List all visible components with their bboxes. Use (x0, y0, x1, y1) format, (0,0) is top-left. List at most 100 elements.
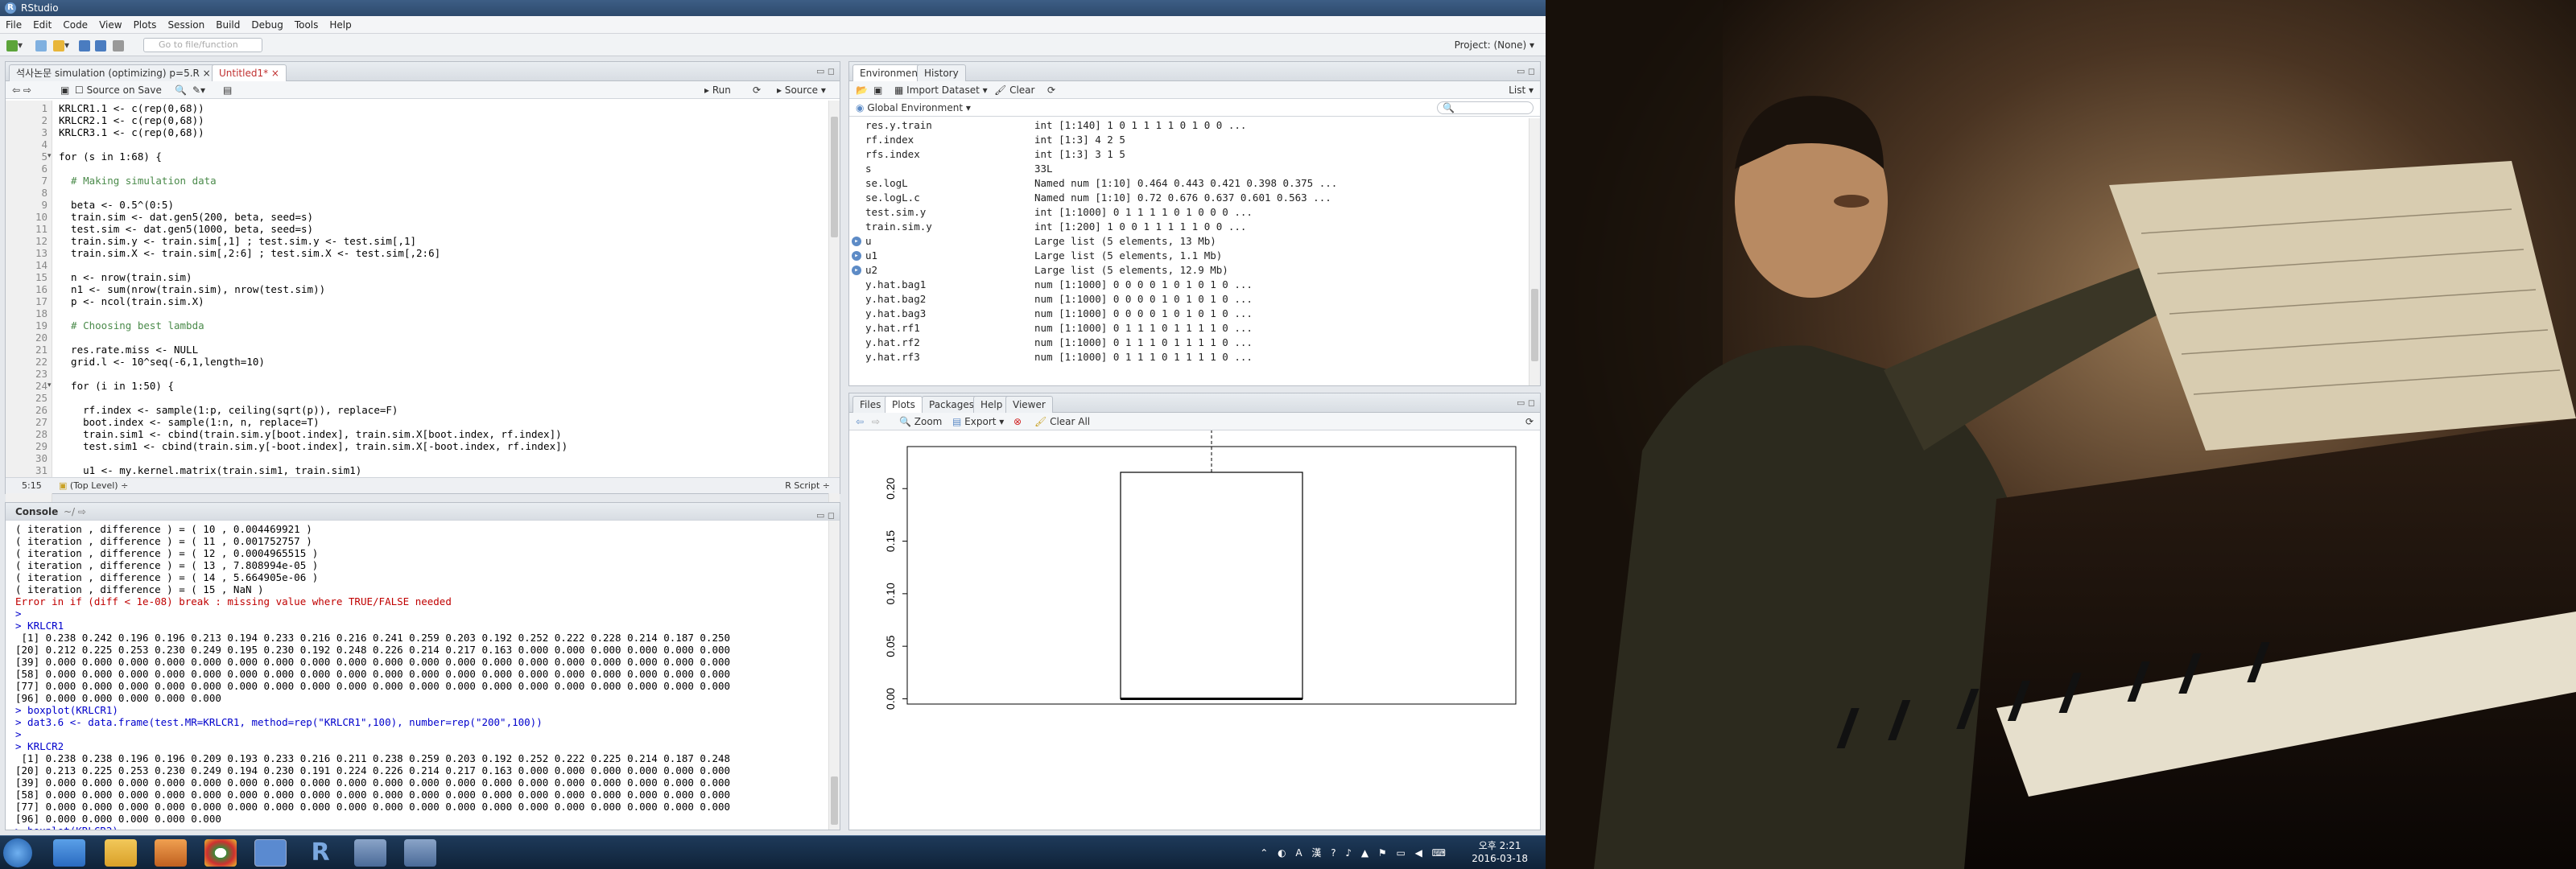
environment-row[interactable]: ▸ u2 Large list (5 elements, 12.9 Mb) (849, 263, 1529, 278)
code-editor[interactable]: 1 2 3 4 5 6 7 8 9 10 11 12 13 14 15 16 17 18 19 20 21 22 23 24 2… (6, 101, 840, 517)
menu-edit[interactable]: Edit (27, 16, 57, 34)
menu-tools[interactable]: Tools (289, 16, 324, 34)
menu-plots[interactable]: Plots (128, 16, 163, 34)
expand-icon[interactable]: ▸ (852, 266, 861, 275)
tab-simulation-script[interactable]: 석사논문 simulation (optimizing) p=5.R × (9, 64, 218, 81)
menu-view[interactable]: View (93, 16, 127, 34)
environment-row[interactable]: train.sim.y int [1:200] 1 0 0 1 1 1 1 1 0… (849, 220, 1529, 234)
console-scrollbar[interactable] (828, 521, 840, 830)
back-arrow-icon[interactable]: ⇦ ⇨ (12, 81, 31, 99)
clear-all-button[interactable]: 🖌 Clear All (1034, 413, 1090, 430)
environment-row[interactable]: se.logL.c Named num [1:10] 0.72 0.676 0.6… (849, 191, 1529, 205)
r-gui-icon[interactable]: R (304, 839, 336, 867)
scope-selector[interactable]: ▣ (Top Level) ÷ (59, 478, 128, 494)
editor-scroll-thumb[interactable] (831, 117, 838, 237)
fold-arrow-icon[interactable]: ▾ (47, 152, 54, 160)
console-scroll-thumb[interactable] (831, 776, 838, 825)
environment-row[interactable]: y.hat.rf2 num [1:1000] 0 1 1 1 0 1 1 1 1 … (849, 336, 1529, 350)
tab-files[interactable]: Files (852, 396, 889, 413)
goto-file-input[interactable]: Go to file/function (143, 38, 262, 52)
view-mode-selector[interactable]: List ▾ (1509, 81, 1534, 99)
menu-session[interactable]: Session (162, 16, 210, 34)
next-plot-icon[interactable]: ⇨ (872, 413, 880, 430)
tab-untitled1[interactable]: Untitled1* × (212, 64, 287, 82)
zoom-button[interactable]: 🔍 Zoom (899, 413, 942, 430)
menu-help[interactable]: Help (324, 16, 357, 34)
global-environment-selector[interactable]: ◉ Global Environment ▾ (856, 99, 971, 117)
rstudio-taskbar-icon[interactable] (254, 839, 287, 867)
menu-file[interactable]: File (0, 16, 27, 34)
export-button[interactable]: ▤ Export ▾ (952, 413, 1004, 430)
environment-row[interactable]: y.hat.bag3 num [1:1000] 0 0 0 0 1 0 1 0 1… (849, 307, 1529, 321)
save-button[interactable] (79, 38, 90, 52)
environment-row[interactable]: rfs.index int [1:3] 3 1 5 (849, 147, 1529, 162)
previous-plot-icon[interactable]: ⇦ (856, 413, 864, 430)
clear-environment-button[interactable]: 🖌 Clear (994, 81, 1034, 99)
expand-icon[interactable]: ▸ (852, 237, 861, 246)
menu-debug[interactable]: Debug (246, 16, 288, 34)
tab-packages[interactable]: Packages (922, 396, 981, 413)
environment-scroll-thumb[interactable] (1531, 289, 1538, 361)
editor-scrollbar[interactable] (828, 101, 840, 517)
expand-icon[interactable]: ▸ (852, 251, 861, 261)
save-file-icon[interactable]: ▣ (60, 81, 69, 99)
internet-explorer-icon[interactable] (53, 839, 85, 867)
tab-history[interactable]: History (917, 64, 966, 81)
tab-viewer[interactable]: Viewer (1005, 396, 1053, 413)
find-icon[interactable]: 🔍 (175, 81, 187, 99)
environment-row[interactable]: y.hat.rf3 num [1:1000] 0 1 1 1 0 1 1 1 1 … (849, 350, 1529, 364)
remove-plot-icon[interactable]: ⊗ (1013, 413, 1022, 430)
start-button[interactable] (3, 838, 32, 867)
environment-row[interactable]: ▸ u Large list (5 elements, 13 Mb) (849, 234, 1529, 249)
load-workspace-icon[interactable]: 📂 (856, 81, 868, 99)
environment-row[interactable]: y.hat.bag1 num [1:1000] 0 0 0 0 1 0 1 0 1… (849, 278, 1529, 292)
environment-search-input[interactable]: 🔍 (1437, 101, 1534, 114)
code-tools-icon[interactable]: ✎▾ (192, 81, 205, 99)
save-all-button[interactable] (95, 38, 106, 52)
menu-build[interactable]: Build (210, 16, 246, 34)
sas-icon-2[interactable] (404, 839, 436, 867)
environment-row[interactable]: y.hat.bag2 num [1:1000] 0 0 0 0 1 0 1 0 1… (849, 292, 1529, 307)
console-line: [58] 0.000 0.000 0.000 0.000 0.000 0.000… (15, 668, 731, 680)
new-project-button[interactable] (35, 38, 47, 52)
source-on-save-checkbox[interactable]: ☐ Source on Save (75, 81, 162, 99)
environment-row[interactable]: s 33L (849, 162, 1529, 176)
environment-row[interactable]: test.sim.y int [1:1000] 0 1 1 1 1 0 1 0 0… (849, 205, 1529, 220)
refresh-environment-icon[interactable]: ⟳ (1047, 81, 1055, 99)
taskbar-clock[interactable]: 오후 2:21 2016-03-18 (1472, 839, 1528, 865)
environment-row[interactable]: res.y.train int [1:140] 1 0 1 1 1 1 0 1 0… (849, 118, 1529, 133)
file-explorer-icon[interactable] (105, 839, 137, 867)
system-tray-icons[interactable]: ⌃ ◐ A 漢 ? ♪ ▲ ⚑ ▭ ◀ ⌨ (1260, 846, 1449, 859)
save-workspace-icon[interactable]: ▣ (873, 81, 882, 99)
console-path[interactable]: ~/ ⇨ (64, 503, 86, 521)
environment-row[interactable]: rf.index int [1:3] 4 2 5 (849, 133, 1529, 147)
console-output[interactable]: ( iteration , difference ) = ( 10 , 0.00… (6, 521, 840, 830)
menu-code[interactable]: Code (57, 16, 93, 34)
env-minimize-maximize-icon[interactable]: ▭ ◻ (1517, 66, 1535, 76)
fold-arrow-icon[interactable]: ▾ (47, 381, 54, 389)
line-number: 22 (35, 356, 47, 368)
environment-row[interactable]: se.logL Named num [1:10] 0.464 0.443 0.42… (849, 176, 1529, 191)
environment-row[interactable]: ▸ u1 Large list (5 elements, 1.1 Mb) (849, 249, 1529, 263)
new-file-button[interactable]: ▾ (6, 38, 23, 52)
source-button[interactable]: ▸ Source ▾ (777, 81, 826, 99)
chrome-icon[interactable] (204, 839, 237, 867)
project-menu[interactable]: Project: (None) ▾ (1455, 38, 1534, 52)
code-line: # Choosing best lambda (59, 319, 204, 332)
run-button[interactable]: ▸ Run (704, 81, 731, 99)
sas-icon-1[interactable] (354, 839, 386, 867)
environment-row[interactable]: y.hat.rf1 num [1:1000] 0 1 1 1 0 1 1 1 1 … (849, 321, 1529, 336)
tab-plots[interactable]: Plots (885, 396, 923, 414)
import-dataset-button[interactable]: ▦ Import Dataset ▾ (894, 81, 988, 99)
plots-minimize-maximize-icon[interactable]: ▭ ◻ (1517, 397, 1535, 408)
rerun-icon[interactable]: ⟳ (753, 81, 761, 99)
file-type-selector[interactable]: R Script ÷ (785, 478, 830, 494)
tab-help[interactable]: Help (973, 396, 1010, 413)
open-file-button[interactable]: ▾ (53, 38, 69, 52)
environment-scrollbar[interactable] (1529, 118, 1540, 385)
media-player-icon[interactable] (155, 839, 187, 867)
refresh-plot-icon[interactable]: ⟳ (1525, 413, 1534, 430)
compile-report-icon[interactable]: ▤ (223, 81, 232, 99)
print-button[interactable] (113, 38, 124, 52)
pane-minimize-maximize-icon[interactable]: ▭ ◻ (816, 66, 835, 76)
